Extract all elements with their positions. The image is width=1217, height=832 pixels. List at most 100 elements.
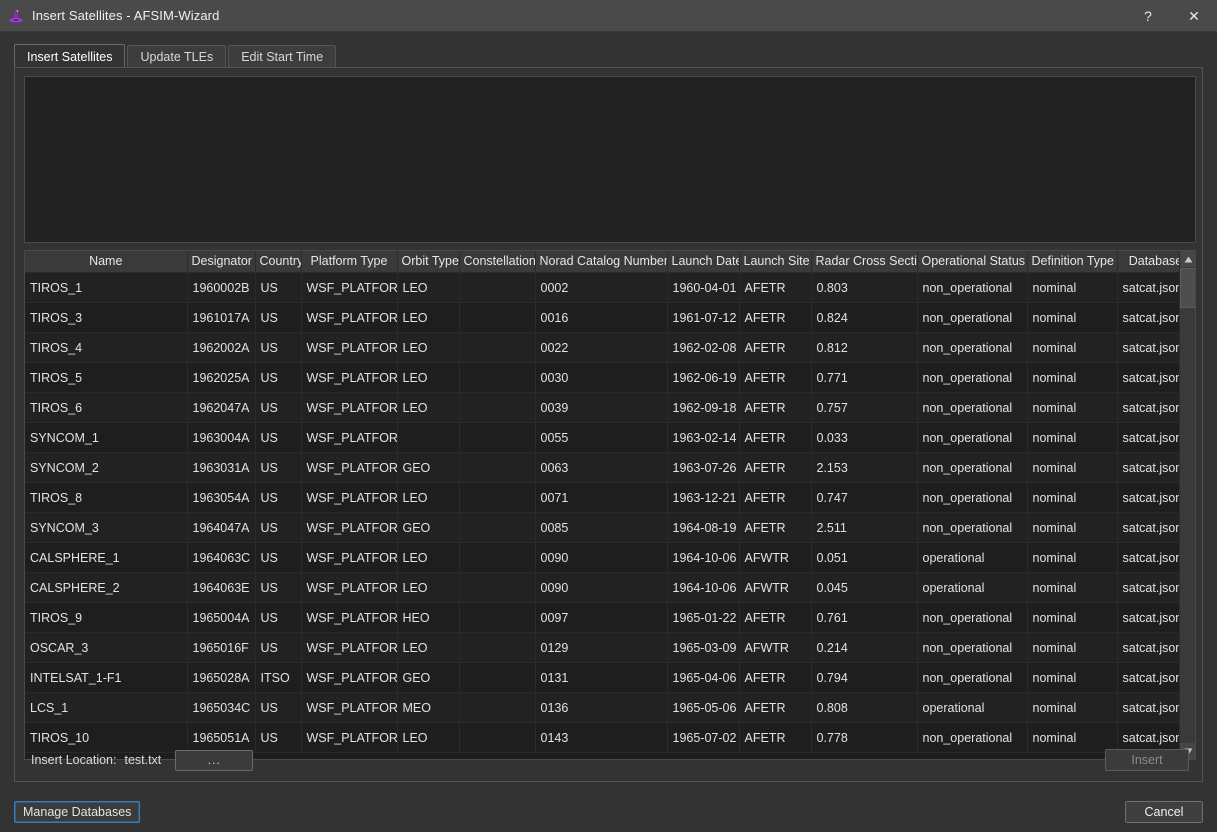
table-row[interactable]: TIROS_91965004AUSWSF_PLATFORMHEO 00971965… [25, 602, 1195, 633]
cell-radar-cross-section[interactable]: 0.747 [811, 482, 918, 513]
manage-databases-button[interactable]: Manage Databases [14, 801, 141, 823]
column-header-launch-date[interactable]: Launch Date [667, 251, 740, 273]
cell-norad-catalog-number[interactable]: 0071 [535, 482, 668, 513]
cell-constellation[interactable] [459, 602, 536, 633]
cell-constellation[interactable] [459, 482, 536, 513]
cell-designator[interactable]: 1964047A [187, 512, 256, 543]
cell-country[interactable]: US [255, 452, 302, 483]
cell-launch-site[interactable]: AFETR [739, 302, 812, 333]
cell-norad-catalog-number[interactable]: 0131 [535, 662, 668, 693]
cell-orbit-type[interactable]: HEO [397, 602, 460, 633]
cell-definition-type[interactable]: nominal [1027, 272, 1118, 303]
cell-radar-cross-section[interactable]: 0.045 [811, 572, 918, 603]
cell-launch-date[interactable]: 1962-02-08 [667, 332, 740, 363]
insert-button[interactable]: Insert [1105, 749, 1189, 771]
cell-country[interactable]: US [255, 692, 302, 723]
cell-radar-cross-section[interactable]: 0.812 [811, 332, 918, 363]
cell-launch-date[interactable]: 1964-10-06 [667, 542, 740, 573]
close-icon[interactable]: ✕ [1171, 0, 1217, 32]
cell-orbit-type[interactable]: LEO [397, 542, 460, 573]
cell-designator[interactable]: 1965016F [187, 632, 256, 663]
cell-norad-catalog-number[interactable]: 0063 [535, 452, 668, 483]
cell-radar-cross-section[interactable]: 0.803 [811, 272, 918, 303]
cell-constellation[interactable] [459, 572, 536, 603]
column-header-designator[interactable]: Designator [187, 251, 256, 273]
column-header-platform-type[interactable]: Platform Type [301, 251, 398, 273]
cell-orbit-type[interactable] [397, 422, 460, 453]
cell-radar-cross-section[interactable]: 0.757 [811, 392, 918, 423]
cell-operational-status[interactable]: operational [917, 542, 1028, 573]
cell-name[interactable]: LCS_1 [25, 692, 188, 723]
cell-launch-site[interactable]: AFETR [739, 662, 812, 693]
cell-definition-type[interactable]: nominal [1027, 422, 1118, 453]
column-header-name[interactable]: Name [25, 251, 188, 273]
cell-country[interactable]: US [255, 392, 302, 423]
cell-orbit-type[interactable]: MEO [397, 692, 460, 723]
cell-platform-type[interactable]: WSF_PLATFORM [301, 692, 398, 723]
cell-norad-catalog-number[interactable]: 0129 [535, 632, 668, 663]
table-row[interactable]: TIROS_81963054AUSWSF_PLATFORMLEO 00711963… [25, 482, 1195, 513]
cell-country[interactable]: US [255, 482, 302, 513]
cell-launch-date[interactable]: 1961-07-12 [667, 302, 740, 333]
cell-country[interactable]: US [255, 332, 302, 363]
cell-constellation[interactable] [459, 692, 536, 723]
cell-radar-cross-section[interactable]: 2.153 [811, 452, 918, 483]
cell-launch-site[interactable]: AFETR [739, 602, 812, 633]
cell-launch-date[interactable]: 1963-07-26 [667, 452, 740, 483]
cell-constellation[interactable] [459, 422, 536, 453]
cell-operational-status[interactable]: non_operational [917, 452, 1028, 483]
cell-platform-type[interactable]: WSF_PLATFORM [301, 482, 398, 513]
table-row[interactable]: SYNCOM_21963031AUSWSF_PLATFORMGEO 0063196… [25, 452, 1195, 483]
cell-norad-catalog-number[interactable]: 0097 [535, 602, 668, 633]
cell-country[interactable]: US [255, 302, 302, 333]
cell-radar-cross-section[interactable]: 0.033 [811, 422, 918, 453]
tab-update-tles[interactable]: Update TLEs [127, 45, 227, 68]
scroll-up-icon[interactable] [1180, 251, 1195, 267]
cell-launch-date[interactable]: 1965-04-06 [667, 662, 740, 693]
cell-constellation[interactable] [459, 452, 536, 483]
cell-constellation[interactable] [459, 362, 536, 393]
table-row[interactable]: TIROS_31961017AUSWSF_PLATFORMLEO 00161961… [25, 302, 1195, 333]
tab-insert-satellites[interactable]: Insert Satellites [14, 44, 126, 68]
cell-definition-type[interactable]: nominal [1027, 572, 1118, 603]
cell-launch-date[interactable]: 1965-05-06 [667, 692, 740, 723]
cell-radar-cross-section[interactable]: 2.511 [811, 512, 918, 543]
cell-definition-type[interactable]: nominal [1027, 602, 1118, 633]
cell-name[interactable]: TIROS_5 [25, 362, 188, 393]
column-header-radar-cross-section[interactable]: Radar Cross Section [811, 251, 918, 273]
cell-designator[interactable]: 1964063C [187, 542, 256, 573]
cell-platform-type[interactable]: WSF_PLATFORM [301, 422, 398, 453]
cell-name[interactable]: TIROS_8 [25, 482, 188, 513]
cell-launch-date[interactable]: 1963-12-21 [667, 482, 740, 513]
cell-platform-type[interactable]: WSF_PLATFORM [301, 272, 398, 303]
cell-country[interactable]: US [255, 272, 302, 303]
cell-constellation[interactable] [459, 512, 536, 543]
cell-platform-type[interactable]: WSF_PLATFORM [301, 392, 398, 423]
cell-definition-type[interactable]: nominal [1027, 542, 1118, 573]
cell-operational-status[interactable]: non_operational [917, 482, 1028, 513]
cell-operational-status[interactable]: non_operational [917, 662, 1028, 693]
cell-definition-type[interactable]: nominal [1027, 452, 1118, 483]
cell-norad-catalog-number[interactable]: 0085 [535, 512, 668, 543]
cell-definition-type[interactable]: nominal [1027, 332, 1118, 363]
cell-launch-site[interactable]: AFETR [739, 512, 812, 543]
cell-country[interactable]: US [255, 632, 302, 663]
cell-platform-type[interactable]: WSF_PLATFORM [301, 362, 398, 393]
cell-norad-catalog-number[interactable]: 0022 [535, 332, 668, 363]
cell-name[interactable]: SYNCOM_1 [25, 422, 188, 453]
browse-button[interactable]: ... [175, 749, 254, 771]
cell-constellation[interactable] [459, 542, 536, 573]
cell-launch-date[interactable]: 1962-06-19 [667, 362, 740, 393]
cell-norad-catalog-number[interactable]: 0039 [535, 392, 668, 423]
cell-launch-date[interactable]: 1964-10-06 [667, 572, 740, 603]
cell-launch-date[interactable]: 1963-02-14 [667, 422, 740, 453]
cell-platform-type[interactable]: WSF_PLATFORM [301, 452, 398, 483]
cell-launch-site[interactable]: AFWTR [739, 542, 812, 573]
cell-norad-catalog-number[interactable]: 0055 [535, 422, 668, 453]
cell-country[interactable]: US [255, 542, 302, 573]
column-header-operational-status[interactable]: Operational Status [917, 251, 1028, 273]
cell-name[interactable]: OSCAR_3 [25, 632, 188, 663]
cell-country[interactable]: US [255, 422, 302, 453]
cell-launch-date[interactable]: 1964-08-19 [667, 512, 740, 543]
cell-name[interactable]: CALSPHERE_1 [25, 542, 188, 573]
